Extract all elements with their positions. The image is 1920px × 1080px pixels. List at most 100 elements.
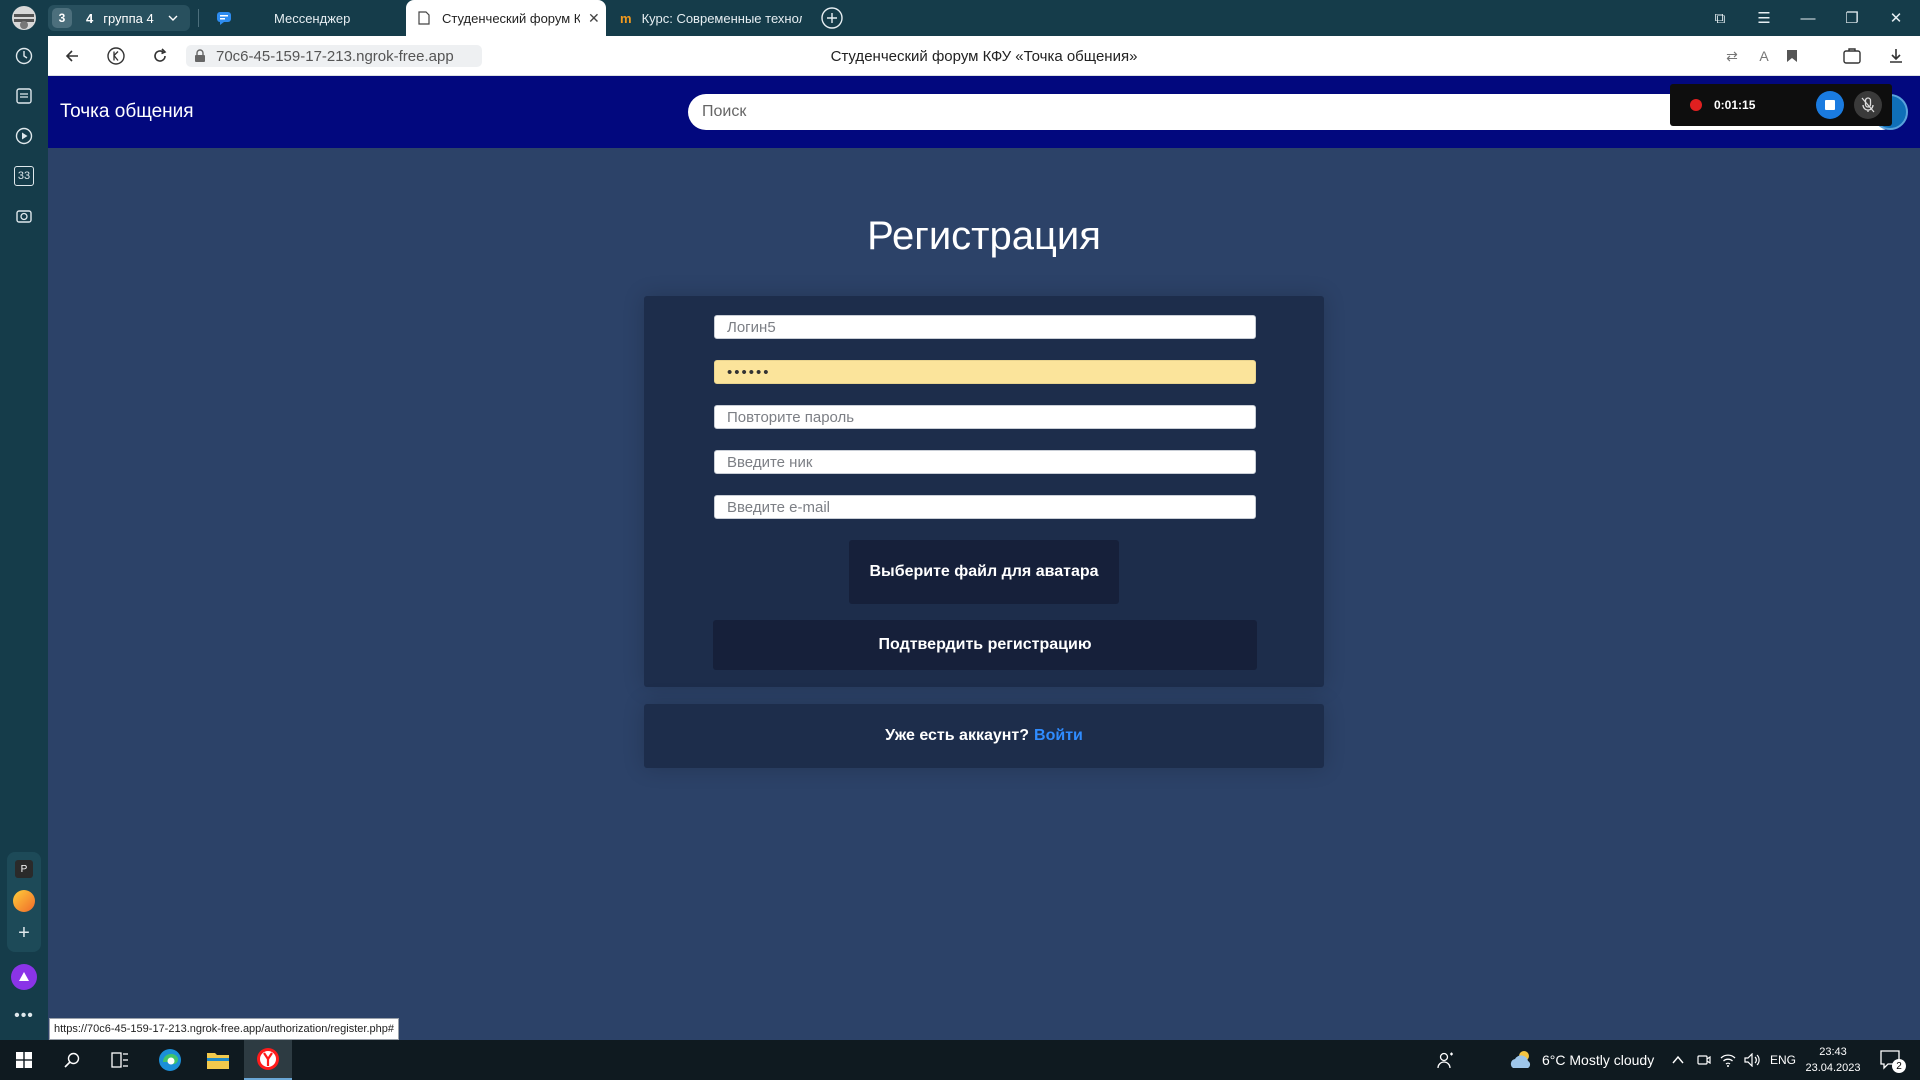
yandex-icon: [107, 47, 125, 65]
tab-group-name: группа 4: [103, 10, 154, 26]
recording-dot-icon: [1690, 99, 1702, 111]
alice-assistant-icon[interactable]: [11, 964, 37, 990]
downloads-panel-button[interactable]: [1832, 36, 1872, 76]
volume-icon[interactable]: [1744, 1040, 1760, 1080]
site-header: Точка общения: [48, 76, 1920, 148]
task-view-button[interactable]: [96, 1040, 144, 1080]
tab-strip: 3 4 группа 4 Мессенджер Студенческий фор…: [0, 0, 1920, 36]
bookmarks-panel-icon[interactable]: ⧉: [1700, 0, 1740, 36]
lock-icon: [195, 49, 205, 62]
screenshot-icon[interactable]: [0, 196, 48, 236]
choose-avatar-button[interactable]: Выберите файл для аватара: [849, 540, 1119, 604]
weather-text: 6°C Mostly cloudy: [1542, 1052, 1655, 1068]
registration-form: Выберите файл для аватара Подтвердить ре…: [644, 296, 1324, 687]
yandex-browser-icon: [257, 1048, 279, 1070]
p-app-icon[interactable]: P: [15, 860, 33, 878]
weather-cloudy-icon: [1510, 1051, 1531, 1068]
stop-recording-button[interactable]: [1816, 91, 1844, 119]
tray-overflow-chevron-icon[interactable]: [1672, 1040, 1684, 1080]
wifi-icon[interactable]: [1720, 1040, 1736, 1080]
url-field[interactable]: 70c6-45-159-17-213.ngrok-free.app: [186, 45, 482, 67]
profile-avatar-icon: [12, 6, 36, 30]
tab-divider: [198, 9, 199, 27]
url-text: 70c6-45-159-17-213.ngrok-free.app: [216, 47, 454, 65]
close-tab-icon[interactable]: ✕: [588, 10, 600, 27]
plus-icon: [821, 7, 843, 29]
messenger-icon: [217, 12, 231, 25]
status-url-preview: https://70c6-45-159-17-213.ngrok-free.ap…: [49, 1018, 399, 1040]
edge-taskbar-button[interactable]: [146, 1040, 194, 1080]
password-field[interactable]: [714, 360, 1256, 384]
tab-title: Курс: Современные технологии: [641, 10, 802, 26]
confirm-registration-button[interactable]: Подтвердить регистрацию: [713, 620, 1257, 670]
collections-icon[interactable]: [0, 76, 48, 116]
add-app-icon[interactable]: +: [13, 922, 35, 944]
calendar-icon[interactable]: 33: [0, 156, 48, 196]
back-button[interactable]: [52, 36, 92, 76]
meet-now-icon[interactable]: [1697, 1040, 1711, 1080]
site-brand[interactable]: Точка общения: [60, 76, 194, 148]
download-button[interactable]: [1876, 36, 1916, 76]
back-arrow-icon: [65, 50, 78, 62]
windows-taskbar: 6°C Mostly cloudy ENG 23:43 23.04.2023 2: [0, 1040, 1920, 1080]
close-window-button[interactable]: ✕: [1876, 0, 1916, 36]
login-prompt-card: Уже есть аккаунт? Войти: [644, 704, 1324, 768]
minimize-button[interactable]: —: [1788, 0, 1828, 36]
tab-messenger[interactable]: Мессенджер: [212, 0, 402, 36]
tab-course[interactable]: m Курс: Современные технологии: [612, 0, 802, 36]
clock-date: 23.04.2023: [1805, 1062, 1861, 1074]
bookmark-button[interactable]: [1772, 36, 1812, 76]
search-button[interactable]: [48, 1040, 96, 1080]
people-icon[interactable]: [1422, 1040, 1470, 1080]
yandex-browser-button[interactable]: [244, 1040, 292, 1080]
restore-button[interactable]: ❐: [1832, 0, 1872, 36]
login-field[interactable]: [714, 315, 1256, 339]
notification-center-button[interactable]: 2: [1880, 1049, 1906, 1076]
mail-app-icon[interactable]: [13, 890, 35, 912]
edge-icon: [159, 1049, 181, 1071]
tab-group-pill[interactable]: 3 4 группа 4: [48, 5, 190, 31]
weather-widget[interactable]: 6°C Mostly cloudy: [1508, 1040, 1654, 1080]
start-button[interactable]: [0, 1040, 48, 1080]
video-icon[interactable]: [0, 116, 48, 156]
email-field[interactable]: [714, 495, 1256, 519]
stop-icon: [1825, 100, 1835, 110]
moodle-icon: m: [620, 10, 632, 26]
more-icon[interactable]: •••: [0, 1004, 48, 1028]
task-view-icon: [111, 1052, 128, 1068]
tab-group-count: 3: [52, 8, 72, 28]
tab-title: Мессенджер: [274, 10, 351, 26]
login-link[interactable]: Войти: [1034, 727, 1083, 745]
recording-time: 0:01:15: [1714, 98, 1756, 112]
sidebar-apps-panel: P +: [7, 852, 41, 952]
bookmark-icon: [1787, 50, 1797, 62]
tab-title: Студенческий форум КФУ «Точка общения»: [442, 10, 580, 26]
chevron-down-icon: [168, 15, 178, 21]
calendar-badge: 33: [14, 166, 34, 186]
taskbar-clock[interactable]: 23:43 23.04.2023: [1800, 1044, 1866, 1076]
new-tab-button[interactable]: [820, 0, 844, 36]
profile-avatar[interactable]: [6, 0, 42, 36]
repeat-password-field[interactable]: [714, 405, 1256, 429]
nick-field[interactable]: [714, 450, 1256, 474]
menu-icon[interactable]: ☰: [1744, 0, 1784, 36]
folder-icon: [207, 1053, 229, 1069]
file-explorer-button[interactable]: [194, 1040, 242, 1080]
screen-recorder-panel: 0:01:15: [1670, 84, 1892, 126]
have-account-text: Уже есть аккаунт?: [885, 727, 1030, 744]
yandex-home-button[interactable]: [96, 36, 136, 76]
reload-button[interactable]: [140, 36, 180, 76]
reload-icon: [154, 48, 167, 62]
windows-logo-icon: [16, 1052, 32, 1068]
history-icon[interactable]: [0, 36, 48, 76]
search-icon: [64, 1052, 80, 1068]
language-indicator[interactable]: ENG: [1770, 1040, 1796, 1080]
mute-mic-button[interactable]: [1854, 91, 1882, 119]
download-icon: [1890, 49, 1902, 63]
tab-group-number: 4: [86, 10, 94, 26]
address-bar: 70c6-45-159-17-213.ngrok-free.app Студен…: [48, 36, 1920, 76]
clock-time: 23:43: [1819, 1046, 1847, 1058]
tab-forum[interactable]: Студенческий форум КФУ «Точка общения» ✕: [406, 0, 606, 36]
mic-off-icon: [1861, 97, 1875, 113]
registration-title: Регистрация: [867, 214, 1101, 258]
